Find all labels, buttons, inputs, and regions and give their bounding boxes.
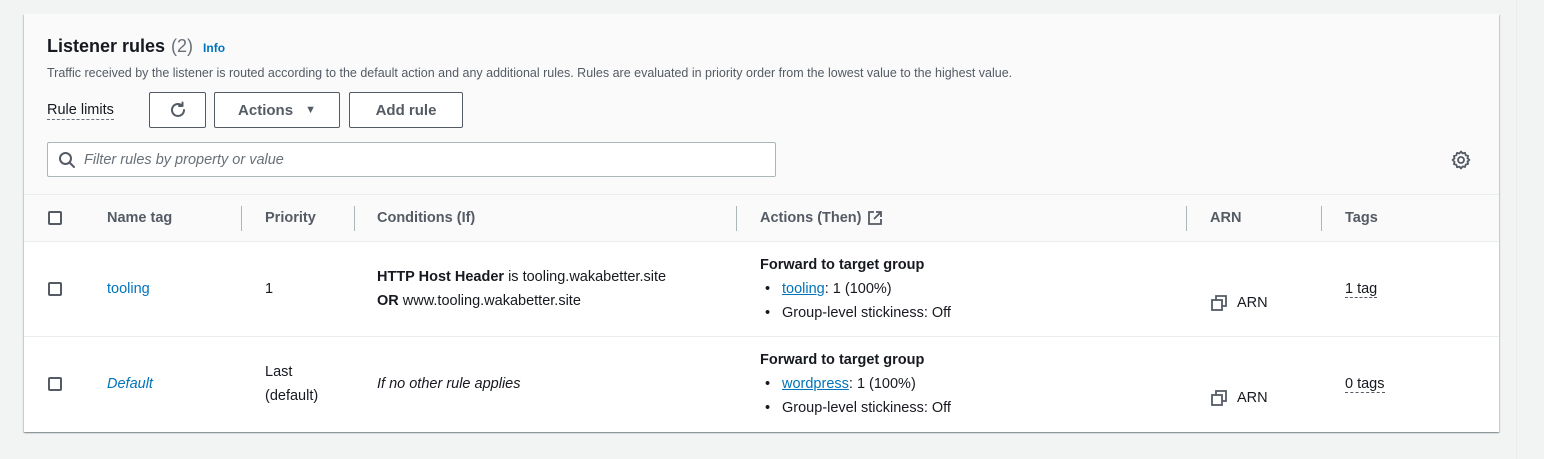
external-link-icon [867, 211, 882, 225]
col-actions-label: Actions (Then) [760, 210, 862, 226]
priority-line: (default) [265, 388, 319, 404]
caret-down-icon: ▼ [305, 104, 316, 116]
rule-actions: Forward to target group tooling: 1 (100%… [760, 253, 951, 325]
rule-count: (2) [171, 36, 194, 56]
col-conditions[interactable]: Conditions (If) [377, 210, 475, 226]
actions-label: Actions [238, 101, 294, 119]
rule-priority: 1 [265, 281, 274, 297]
target-group-link[interactable]: wordpress [782, 376, 849, 392]
refresh-button[interactable] [149, 92, 206, 128]
page-gutter [1516, 0, 1544, 459]
column-divider[interactable] [1186, 206, 1187, 231]
rule-name-link[interactable]: Default [107, 372, 153, 396]
priority-line: Last [265, 364, 293, 380]
row-checkbox[interactable] [48, 377, 62, 391]
column-divider[interactable] [1321, 206, 1322, 231]
col-name-tag[interactable]: Name tag [107, 210, 172, 226]
add-rule-label: Add rule [375, 101, 437, 119]
tags-cell: 0 tags [1345, 372, 1385, 396]
search-input[interactable] [84, 151, 764, 168]
copy-icon[interactable] [1211, 295, 1227, 311]
column-divider[interactable] [354, 206, 355, 231]
col-tags[interactable]: Tags [1345, 210, 1378, 226]
search-icon [59, 151, 75, 168]
copy-icon[interactable] [1211, 390, 1227, 406]
panel-header: Listener rules (2) Info Traffic received… [24, 14, 1499, 195]
target-weight: : 1 (100%) [848, 376, 916, 392]
condition-line: OR www.tooling.wakabetter.site [377, 289, 666, 313]
listener-rules-panel: Listener rules (2) Info Traffic received… [24, 14, 1499, 432]
table-row[interactable]: tooling 1 HTTP Host Header is tooling.wa… [24, 242, 1499, 337]
search-field[interactable] [47, 142, 776, 177]
action-details: wordpress: 1 (100%) Group-level stickine… [760, 372, 951, 420]
column-divider[interactable] [241, 206, 242, 231]
arn-copy[interactable]: ARN [1211, 386, 1268, 410]
condition-or: OR [377, 293, 399, 309]
rule-name-link[interactable]: tooling [107, 277, 150, 301]
rule-limits-link[interactable]: Rule limits [47, 102, 114, 120]
info-link[interactable]: Info [203, 41, 225, 55]
tags-link[interactable]: 0 tags [1345, 376, 1385, 393]
col-priority[interactable]: Priority [265, 210, 316, 226]
arn-label: ARN [1237, 390, 1268, 406]
panel-title: Listener rules [47, 36, 166, 56]
rule-actions: Forward to target group wordpress: 1 (10… [760, 348, 951, 420]
table-row[interactable]: Default Last (default) If no other rule … [24, 337, 1499, 432]
tags-cell: 1 tag [1345, 277, 1378, 301]
actions-dropdown-button[interactable]: Actions ▼ [214, 92, 340, 128]
title-row: Listener rules (2) Info [47, 36, 225, 57]
condition-line: HTTP Host Header is tooling.wakabetter.s… [377, 265, 666, 289]
column-divider[interactable] [736, 206, 737, 231]
col-actions[interactable]: Actions (Then) [760, 210, 883, 226]
panel-description: Traffic received by the listener is rout… [47, 66, 1013, 80]
condition-value: is tooling.wakabetter.site [504, 269, 667, 285]
stickiness-item: Group-level stickiness: Off [760, 396, 951, 420]
tags-link[interactable]: 1 tag [1345, 281, 1378, 298]
action-title: Forward to target group [760, 352, 925, 368]
add-rule-button[interactable]: Add rule [349, 92, 463, 128]
action-details: tooling: 1 (100%) Group-level stickiness… [760, 277, 951, 325]
rule-conditions: If no other rule applies [377, 376, 521, 392]
arn-label: ARN [1237, 295, 1268, 311]
rule-conditions: HTTP Host Header is tooling.wakabetter.s… [377, 265, 666, 313]
stickiness-item: Group-level stickiness: Off [760, 301, 951, 325]
condition-header: HTTP Host Header [377, 269, 505, 285]
table-header: Name tag Priority Conditions (If) Action… [24, 195, 1499, 242]
col-arn[interactable]: ARN [1210, 210, 1241, 226]
action-title: Forward to target group [760, 257, 925, 273]
target-weight: : 1 (100%) [824, 281, 892, 297]
rule-priority: Last (default) [265, 360, 318, 408]
select-all-checkbox[interactable] [48, 211, 62, 225]
refresh-icon [170, 101, 185, 117]
target-group-link[interactable]: tooling [782, 281, 825, 297]
target-group-item: wordpress: 1 (100%) [760, 372, 951, 396]
arn-copy[interactable]: ARN [1211, 291, 1268, 315]
condition-or-value: www.tooling.wakabetter.site [398, 293, 581, 309]
target-group-item: tooling: 1 (100%) [760, 277, 951, 301]
gear-icon[interactable] [1451, 150, 1471, 170]
row-checkbox[interactable] [48, 282, 62, 296]
